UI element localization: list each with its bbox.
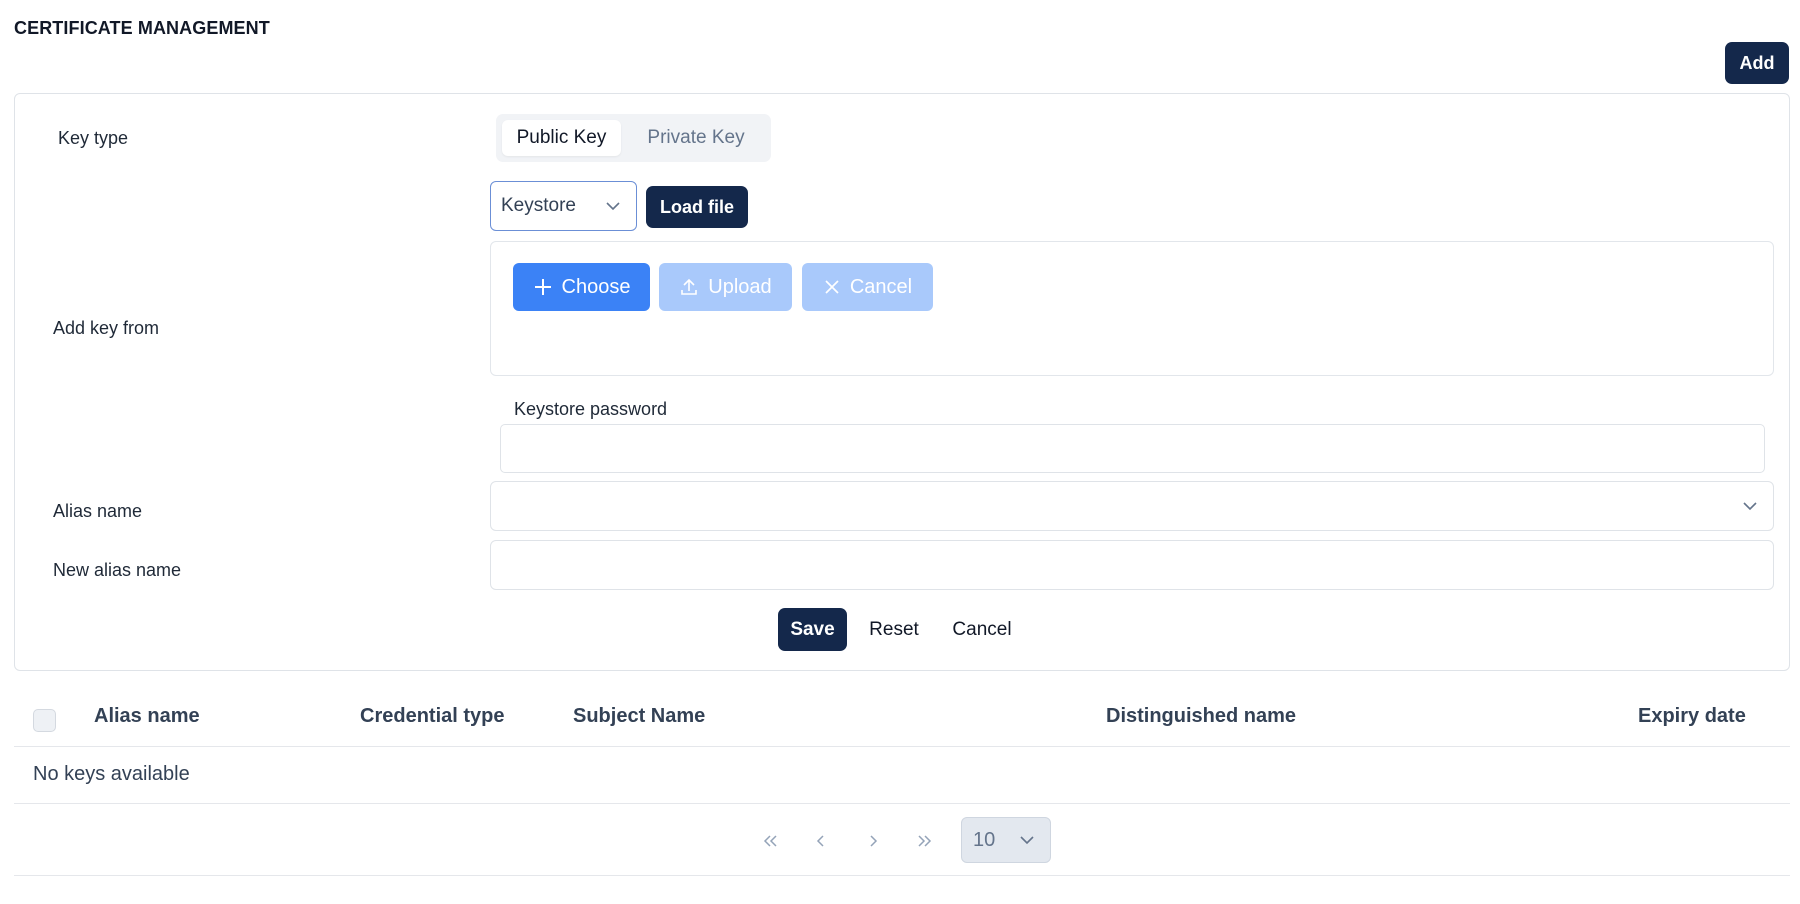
next-page-icon (870, 835, 878, 847)
table-header (14, 690, 1790, 747)
plus-icon (534, 279, 551, 295)
key-type-toggle: Public Key Private Key (496, 114, 771, 162)
next-page-button[interactable] (855, 823, 891, 859)
page-title: CERTIFICATE MANAGEMENT (14, 18, 270, 38)
key-type-label: Key type (58, 128, 129, 148)
keystore-password-input[interactable] (500, 424, 1765, 473)
key-source-select[interactable]: Keystore (490, 181, 637, 231)
upload-cancel-label: Cancel (849, 275, 913, 298)
select-all-checkbox[interactable] (33, 709, 56, 732)
choose-label: Choose (561, 275, 631, 298)
keystore-password-label: Keystore password (514, 399, 668, 419)
prev-page-icon (816, 835, 824, 847)
upload-icon (681, 278, 698, 295)
table-empty-row (14, 747, 1790, 804)
pagination (14, 804, 1790, 876)
chevron-down-icon (1020, 836, 1034, 845)
save-button[interactable]: Save (778, 608, 847, 651)
column-expiry-date[interactable]: Expiry date (1638, 705, 1746, 728)
chevron-down-icon (606, 202, 620, 211)
upload-label: Upload (708, 275, 772, 298)
first-page-button[interactable] (752, 823, 788, 859)
page-size-select[interactable]: 10 (961, 817, 1051, 863)
close-icon (825, 280, 839, 294)
add-key-from-label: Add key from (53, 318, 160, 338)
page-size-value: 10 (973, 828, 996, 851)
column-credential-type[interactable]: Credential type (360, 705, 504, 728)
add-button[interactable]: Add (1725, 42, 1789, 84)
empty-message: No keys available (33, 763, 190, 785)
chevron-down-icon (1743, 502, 1757, 511)
column-distinguished-name[interactable]: Distinguished name (1106, 705, 1296, 728)
upload-cancel-button[interactable]: Cancel (802, 263, 933, 311)
last-page-icon (918, 835, 932, 847)
choose-button[interactable]: Choose (513, 263, 650, 311)
column-subject-name[interactable]: Subject Name (573, 705, 705, 728)
public-key-option[interactable]: Public Key (502, 120, 621, 156)
cancel-button[interactable]: Cancel (946, 608, 1018, 651)
reset-button[interactable]: Reset (862, 608, 926, 651)
private-key-option[interactable]: Private Key (627, 120, 765, 156)
new-alias-name-label: New alias name (53, 560, 182, 580)
new-alias-name-input[interactable] (490, 540, 1774, 590)
alias-name-select[interactable] (490, 481, 1774, 531)
load-file-button[interactable]: Load file (646, 186, 748, 228)
key-source-value: Keystore (501, 195, 576, 216)
last-page-button[interactable] (907, 823, 943, 859)
prev-page-button[interactable] (803, 823, 839, 859)
alias-name-label: Alias name (53, 501, 143, 521)
column-alias-name[interactable]: Alias name (94, 705, 200, 728)
first-page-icon (763, 835, 777, 847)
upload-button[interactable]: Upload (659, 263, 792, 311)
